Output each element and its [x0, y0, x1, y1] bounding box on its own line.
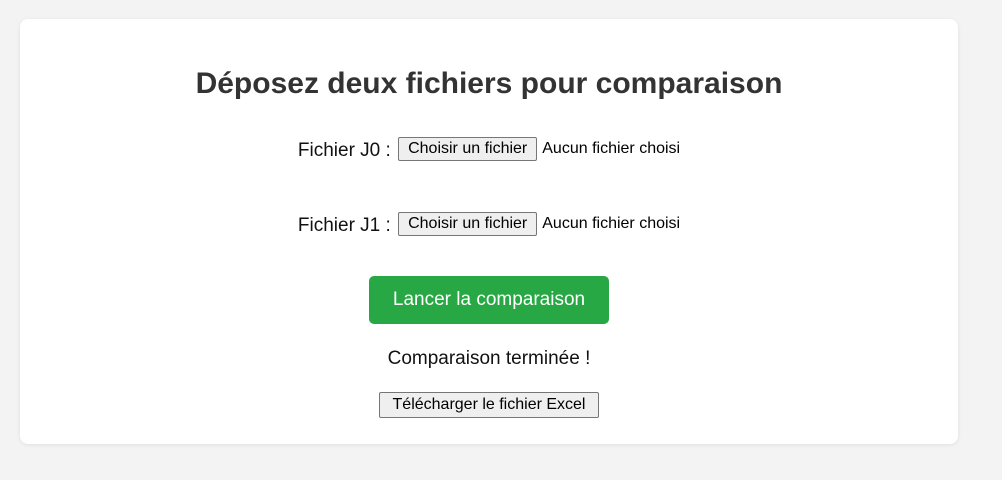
file-j0-label: Fichier J0 — [297, 140, 381, 162]
file-row-j1: Fichier J1 : Choisir un fichier Aucun fic… — [20, 212, 958, 239]
file-j1-status: Aucun fichier choisi — [542, 215, 681, 232]
file-j0-status: Aucun fichier choisi — [542, 140, 681, 157]
file-j0-choose-button[interactable]: Choisir un fichier — [398, 137, 538, 161]
file-j0-separator: : — [385, 140, 391, 162]
start-comparison-button[interactable]: Lancer la comparaison — [369, 276, 609, 324]
file-j1-choose-button[interactable]: Choisir un fichier — [398, 212, 538, 236]
result-message: Comparaison terminée ! — [387, 348, 591, 369]
page-title: Déposez deux fichiers pour comparaison — [195, 67, 783, 100]
upload-card: Déposez deux fichiers pour comparaison F… — [20, 19, 958, 444]
file-j1-separator: : — [385, 215, 391, 237]
file-row-j0: Fichier J0 : Choisir un fichier Aucun fic… — [20, 137, 958, 164]
file-j1-label: Fichier J1 — [297, 215, 381, 237]
download-excel-button[interactable]: Télécharger le fichier Excel — [379, 392, 599, 418]
